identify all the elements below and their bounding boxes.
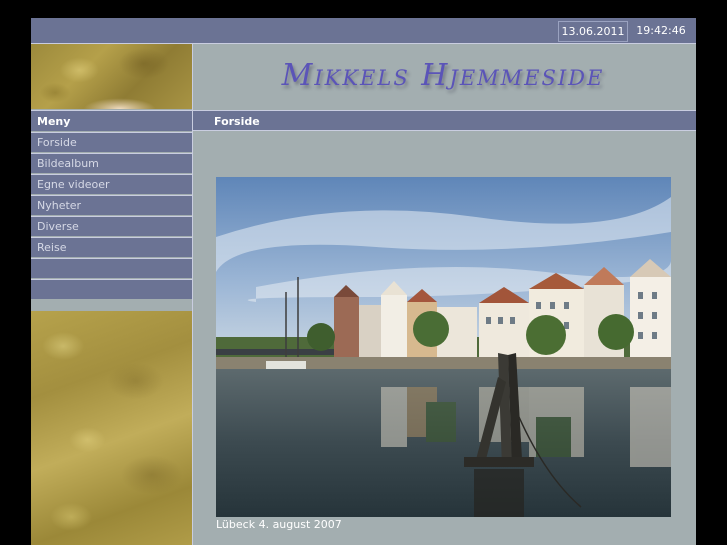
menu-item-reise[interactable]: Reise [31,237,192,257]
page-title: Forside [193,110,696,131]
sidebar-texture-image-bottom [31,311,192,545]
page-frame: 13.06.2011 19:42:46 Meny Forside Bildeal… [31,18,696,545]
menu-item-empty-1[interactable] [31,258,192,278]
date-display: 13.06.2011 [558,21,628,42]
sidebar-texture-image-top [31,44,192,109]
menu-item-forside[interactable]: Forside [31,132,192,152]
main-photo [216,177,671,517]
site-banner: Mikkels Hjemmeside [193,44,696,109]
top-bar: 13.06.2011 19:42:46 [31,18,696,44]
sidebar: Meny Forside Bildealbum Egne videoer Nyh… [31,44,193,545]
time-display: 19:42:46 [636,24,686,37]
menu-item-egne-videoer[interactable]: Egne videoer [31,174,192,194]
menu-list: Forside Bildealbum Egne videoer Nyheter … [31,132,192,300]
menu-item-empty-2[interactable] [31,279,192,299]
photo-caption: Lübeck 4. august 2007 [216,518,342,531]
menu-item-nyheter[interactable]: Nyheter [31,195,192,215]
menu-item-bildealbum[interactable]: Bildealbum [31,153,192,173]
menu-header: Meny [31,110,192,131]
site-title-logo: Mikkels Hjemmeside [281,58,605,93]
menu-item-diverse[interactable]: Diverse [31,216,192,236]
